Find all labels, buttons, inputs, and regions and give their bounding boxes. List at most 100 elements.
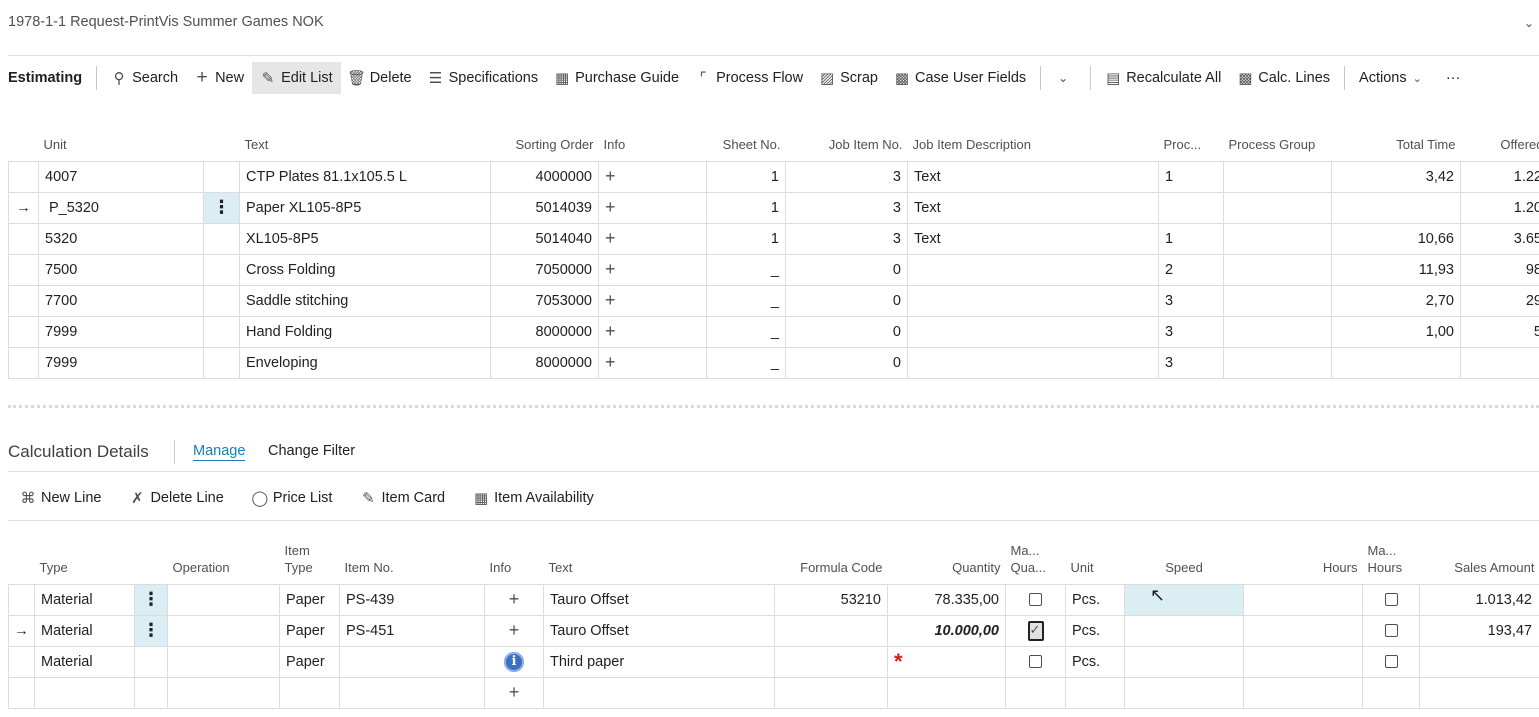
purchase-guide-button[interactable]: ▦ Purchase Guide	[546, 62, 687, 94]
cell-speed[interactable]	[1124, 583, 1244, 616]
current-row-arrow-icon[interactable]: →	[8, 191, 39, 224]
plus-icon[interactable]: +	[509, 682, 520, 702]
cell-manual-qty[interactable]	[1005, 676, 1066, 709]
cell-job-item-no[interactable]: 3	[785, 222, 908, 255]
cell-type[interactable]	[34, 676, 135, 709]
manual-hours-checkbox[interactable]	[1384, 593, 1398, 607]
table-row[interactable]: 7700 Saddle stitching 7053000 + _ 0 3 2,…	[8, 284, 1539, 317]
cell-process-group[interactable]	[1223, 315, 1332, 348]
manual-qty-checkbox[interactable]	[1029, 655, 1042, 669]
plus-icon[interactable]: +	[509, 589, 520, 609]
row-selector[interactable]	[8, 253, 39, 286]
cell-info[interactable]: +	[484, 614, 544, 647]
cell-unit[interactable]: Pcs.	[1065, 583, 1125, 616]
row-menu-cell[interactable]	[203, 315, 240, 348]
pane-splitter[interactable]	[8, 405, 1539, 408]
plus-icon[interactable]: +	[605, 228, 616, 248]
cell-unit[interactable]: 7500	[38, 253, 204, 286]
cell-info[interactable]: +	[598, 191, 707, 224]
cell-sorting-order[interactable]: 4000000	[490, 160, 599, 193]
cell-unit[interactable]: 5320	[38, 222, 204, 255]
new-button[interactable]: + New	[186, 62, 252, 94]
search-button[interactable]: ⚲ Search	[103, 62, 186, 94]
cell-operation[interactable]	[167, 583, 280, 616]
cell-text[interactable]: CTP Plates 81.1x105.5 L	[239, 160, 491, 193]
cell-process-group[interactable]	[1223, 346, 1332, 379]
cell-item-type[interactable]: Paper	[279, 614, 340, 647]
cell-job-item-description[interactable]	[907, 253, 1159, 286]
table-row[interactable]: Material Paper i Third paper * Pcs.	[8, 645, 1539, 678]
cell-info[interactable]: +	[598, 284, 707, 317]
col-header-info[interactable]: Info	[599, 118, 707, 161]
table-row[interactable]: 7500 Cross Folding 7050000 + _ 0 2 11,93…	[8, 253, 1539, 286]
cell-sorting-order[interactable]: 7050000	[490, 253, 599, 286]
cell-proc[interactable]: 1	[1158, 160, 1224, 193]
plus-icon[interactable]: +	[605, 259, 616, 279]
cell-formula-code[interactable]: 53210	[774, 583, 888, 616]
cell-item-no[interactable]: PS-439	[339, 583, 485, 616]
row-selector[interactable]	[8, 160, 39, 193]
cell-sheet-no[interactable]: 1	[706, 160, 786, 193]
cell-manual-qty[interactable]	[1005, 614, 1066, 647]
edit-list-button[interactable]: ✎ Edit List	[252, 62, 341, 94]
cell-process-group[interactable]	[1223, 160, 1332, 193]
cell-offered[interactable]: 29	[1460, 284, 1539, 317]
cell-sales-amount[interactable]	[1419, 645, 1539, 678]
recalculate-all-button[interactable]: ▤ Recalculate All	[1097, 62, 1229, 94]
col-header-sheet-no[interactable]: Sheet No.	[707, 118, 786, 161]
cell-manual-hours[interactable]	[1362, 614, 1420, 647]
row-menu-dots-icon[interactable]: ⋮	[203, 191, 240, 224]
cell-text[interactable]	[543, 676, 775, 709]
col-header-item-type[interactable]: Item Type	[280, 541, 340, 584]
cell-offered[interactable]: 98	[1460, 253, 1539, 286]
calc-lines-button[interactable]: ▩ Calc. Lines	[1229, 62, 1338, 94]
cell-operation[interactable]	[167, 645, 280, 678]
col-header-hours[interactable]: Hours	[1244, 541, 1363, 584]
col-header-unit[interactable]: Unit	[39, 118, 204, 161]
cell-formula-code[interactable]	[774, 645, 888, 678]
cell-process-group[interactable]	[1223, 284, 1332, 317]
cell-sales-amount[interactable]: 193,47	[1419, 614, 1539, 647]
cell-quantity[interactable]: 78.335,00	[887, 583, 1006, 616]
col-header-offered[interactable]: Offered	[1461, 118, 1539, 161]
col-header-operation[interactable]: Operation	[168, 541, 280, 584]
manual-hours-checkbox[interactable]	[1384, 655, 1398, 669]
plus-icon[interactable]: +	[605, 166, 616, 186]
cell-text[interactable]: XL105-8P5	[239, 222, 491, 255]
row-menu-cell[interactable]	[203, 284, 240, 317]
col-header-manual-qty[interactable]: Ma... Qua...	[1006, 541, 1066, 584]
cell-type[interactable]: Material	[34, 614, 135, 647]
col-header-type[interactable]: Type	[35, 541, 135, 584]
cell-speed[interactable]	[1124, 614, 1244, 647]
row-menu-cell[interactable]	[203, 253, 240, 286]
cell-text[interactable]: Third paper	[543, 645, 775, 678]
cell-total-time[interactable]: 2,70	[1331, 284, 1461, 317]
cell-sorting-order[interactable]: 5014040	[490, 222, 599, 255]
cell-unit[interactable]: P_5320	[38, 191, 204, 224]
table-row[interactable]: Material ⋮ Paper PS-439 + Tauro Offset 5…	[8, 583, 1539, 616]
cell-quantity[interactable]	[887, 676, 1006, 709]
cell-job-item-description[interactable]: Text	[907, 191, 1159, 224]
row-selector[interactable]	[8, 222, 39, 255]
cell-item-type[interactable]: Paper	[279, 645, 340, 678]
cell-manual-hours[interactable]	[1362, 583, 1420, 616]
cell-unit[interactable]	[1065, 676, 1125, 709]
cell-process-group[interactable]	[1223, 253, 1332, 286]
cell-total-time[interactable]	[1331, 191, 1461, 224]
row-selector[interactable]	[8, 284, 39, 317]
cell-quantity[interactable]: 10.000,00	[887, 614, 1006, 647]
cell-sorting-order[interactable]: 7053000	[490, 284, 599, 317]
cell-text[interactable]: Hand Folding	[239, 315, 491, 348]
cell-proc[interactable]	[1158, 191, 1224, 224]
cell-speed[interactable]	[1124, 676, 1244, 709]
cell-item-type[interactable]	[279, 676, 340, 709]
cell-sheet-no[interactable]: _	[706, 346, 786, 379]
cell-text[interactable]: Paper XL105-8P5	[239, 191, 491, 224]
col-header-total-time[interactable]: Total Time	[1332, 118, 1461, 161]
tab-manage[interactable]: Manage	[193, 443, 246, 461]
scrap-button[interactable]: ▨ Scrap	[811, 62, 886, 94]
cell-info[interactable]: +	[598, 315, 707, 348]
cell-unit[interactable]: Pcs.	[1065, 614, 1125, 647]
process-flow-button[interactable]: ⌜ Process Flow	[687, 62, 811, 94]
new-line-button[interactable]: ⌘ New Line	[12, 482, 109, 514]
